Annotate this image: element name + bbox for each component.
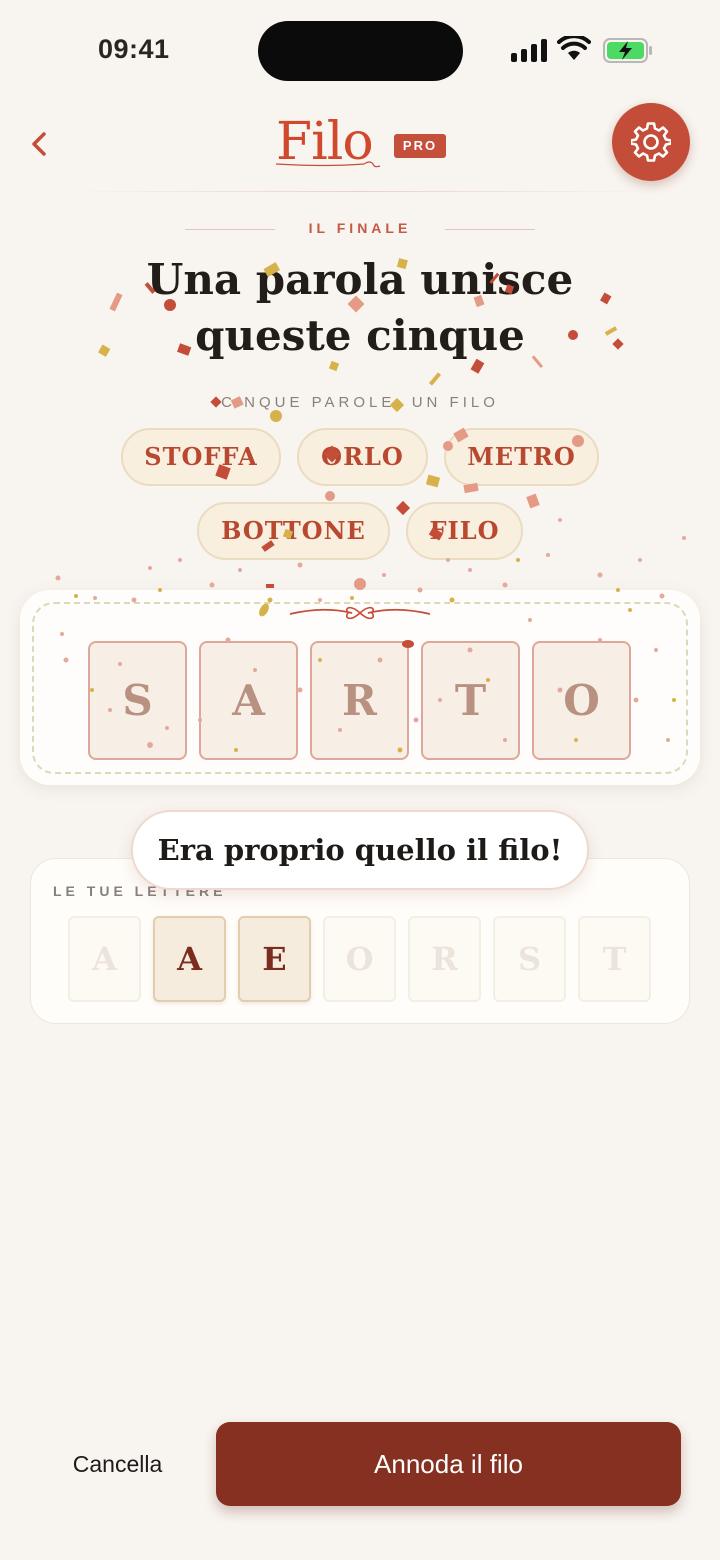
page-title: Una parola unisce queste cinque [0, 252, 720, 364]
letter-tile[interactable]: A [68, 916, 141, 1002]
back-chevron-icon[interactable] [24, 126, 54, 162]
wifi-icon [557, 36, 591, 60]
status-bar: 09:41 [0, 0, 720, 100]
answer-tile: R [310, 641, 409, 760]
letter-tile[interactable]: A [153, 916, 226, 1002]
clue-chip-filo: FILO [406, 502, 523, 560]
title-line-2: queste cinque [195, 311, 525, 360]
answer-tile: O [532, 641, 631, 760]
round-kicker: IL FINALE [308, 220, 412, 236]
letter-tile[interactable]: O [323, 916, 396, 1002]
letter-tile[interactable]: S [493, 916, 566, 1002]
letter-tile[interactable]: T [578, 916, 651, 1002]
header-divider [70, 191, 650, 192]
cancel-button[interactable]: Cancella [40, 1422, 195, 1506]
letter-tile[interactable]: E [238, 916, 311, 1002]
logo-thread-swash [276, 161, 381, 168]
gear-icon [631, 122, 671, 162]
answer-tile: T [421, 641, 520, 760]
clue-chip-metro: METRO [444, 428, 599, 486]
battery-charging-icon [603, 38, 652, 63]
cellular-signal-icon [511, 39, 547, 62]
letter-tile[interactable]: R [408, 916, 481, 1002]
status-time: 09:41 [98, 34, 170, 64]
answer-tile: S [88, 641, 187, 760]
answer-tile: A [199, 641, 298, 760]
clue-chip-orlo: ORLO [297, 428, 428, 486]
clue-chip-bottone: BOTTONE [197, 502, 390, 560]
clue-chip-stoffa: STOFFA [121, 428, 281, 486]
success-toast: Era proprio quello il filo! [131, 810, 589, 890]
tie-thread-button[interactable]: Annoda il filo [216, 1422, 681, 1506]
dynamic-island [258, 21, 463, 81]
subtitle: CINQUE PAROLE, UN FILO [221, 394, 499, 411]
ribbon-ornament-icon [289, 606, 431, 620]
settings-button[interactable] [612, 103, 690, 181]
pro-badge: PRO [394, 134, 446, 158]
title-line-1: Una parola unisce [146, 255, 574, 304]
